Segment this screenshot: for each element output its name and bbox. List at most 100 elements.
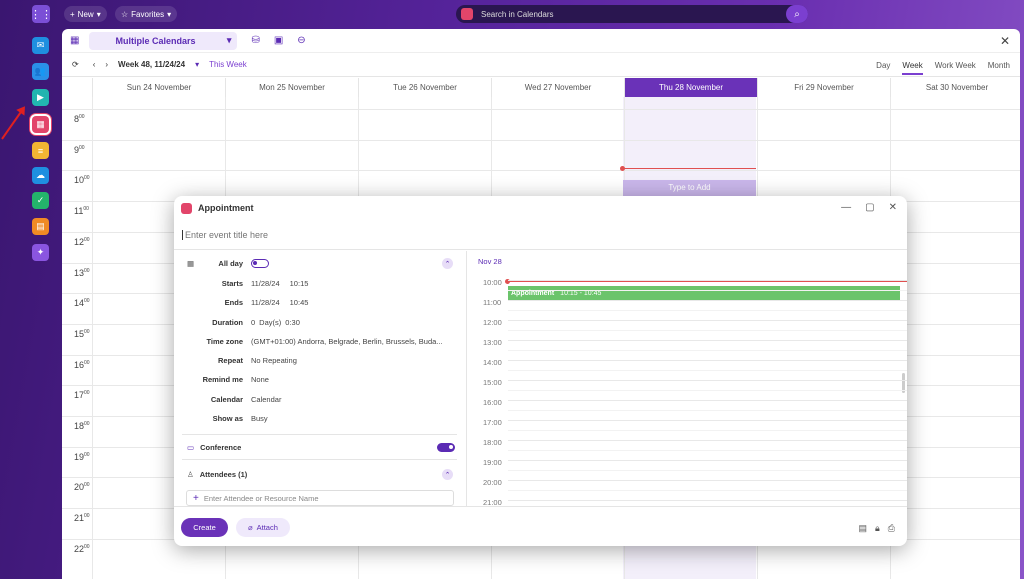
create-button[interactable]: Create [181,518,228,537]
all-day-toggle[interactable] [251,259,269,268]
contacts-app-icon[interactable]: 👥 [32,63,49,80]
schedule-hour-line [508,360,907,361]
plus-icon: + [193,492,199,504]
hour-row[interactable]: 900 [62,139,1020,171]
refresh-icon[interactable]: ⟳ [72,60,79,69]
storage-app-icon[interactable]: ☁ [32,167,49,184]
show-as-select[interactable]: Busy [251,414,268,423]
timezone-row: Time zone (GMT+01:00) Andorra, Belgrade,… [174,332,467,351]
hour-label: 1100 [74,206,89,217]
duration-row: Duration 0 Day(s) 0:30 [174,313,467,332]
schedule-hour-line [508,420,907,421]
chevron-up-icon[interactable]: ⌃ [442,469,453,480]
new-button[interactable]: + New ▾ [64,6,107,22]
lock-icon[interactable]: 🔒︎ [875,523,880,534]
day-header[interactable]: Tue 26 November [358,78,491,97]
hour-row[interactable]: 800 [62,109,1020,140]
timezone-select[interactable]: (GMT+01:00) Andorra, Belgrade, Berlin, B… [251,337,443,346]
timezone-label: Time zone [206,337,243,346]
conference-row: ▭ Conference [174,438,467,457]
favorites-button[interactable]: ☆ Favorites ▾ [115,6,178,22]
current-time-line [508,281,907,282]
reports-app-icon[interactable]: ▤ [32,218,49,235]
start-time-field[interactable]: 10:15 [290,279,309,288]
top-bar: ⋮⋮ + New ▾ ☆ Favorites ▾ Search in Calendars… [0,0,1024,28]
event-title-input[interactable] [182,229,482,240]
calendar-app-icon[interactable]: ▦ [32,116,49,133]
repeat-label: Repeat [217,356,243,365]
day-header[interactable]: Sun 24 November [92,78,225,97]
meetings-app-icon[interactable]: ▶ [32,89,49,106]
search-bar[interactable]: Search in Calendars ⌕ [456,5,808,23]
event-form: ▦ All day ⌃ Starts 11/28/24 10:15 Ends 1… [174,251,467,506]
start-date-field[interactable]: 11/28/24 [251,279,280,288]
schedule-half-line [508,470,907,471]
week-label: Week 48, 11/24/24 [118,60,186,69]
calendars-stack-icon[interactable]: ⛁ [251,35,259,46]
mail-app-icon[interactable]: ✉ [32,37,49,54]
day-header[interactable]: Wed 27 November [491,78,624,97]
calendar-select[interactable]: Calendar [251,395,281,404]
dialog-footer: Create ⌀ Attach ▤ 🔒︎ ⎙ [174,506,907,546]
flow-app-icon[interactable]: ✦ [32,244,49,261]
event-block[interactable]: Appointment 10:15 - 10:45 [508,286,900,301]
schedule-hour-line [508,460,907,461]
search-input[interactable]: Search in Calendars [481,10,553,19]
calendar-header: ▦ Multiple Calendars ▾ ⛁ ▣ ⊖ ✕ [62,29,1020,53]
chevron-up-icon[interactable]: ⌃ [442,258,453,269]
view-work-week[interactable]: Work Week [935,61,976,75]
next-icon[interactable]: › [105,60,108,69]
schedule-date: Nov 28 [478,257,502,266]
end-date-field[interactable]: 11/28/24 [251,298,280,307]
attach-button[interactable]: ⌀ Attach [236,518,290,537]
day-header[interactable]: Thu 28 November [624,78,757,97]
close-icon[interactable]: ✕ [889,202,897,213]
hour-label: 1300 [74,267,90,278]
today-icon[interactable]: ▣ [274,35,283,46]
notes-app-icon[interactable]: ≡ [32,142,49,159]
print-icon[interactable]: ⎙ [888,523,895,534]
app-grid-icon[interactable]: ⋮⋮ [30,5,52,23]
view-day[interactable]: Day [876,61,890,75]
day-header[interactable]: Sat 30 November [890,78,1020,97]
schedule-time-label: 11:00 [483,298,502,307]
dialog-controls: — ▢ ✕ [841,202,897,213]
schedule-time-label: 10:00 [483,278,502,287]
type-to-add-slot[interactable]: Type to Add [623,180,756,196]
search-icon[interactable]: ⌕ [786,5,808,23]
repeat-row: Repeat No Repeating [174,351,467,370]
attendees-label: Attendees (1) [199,470,248,479]
schedule-time-label: 21:00 [483,498,502,506]
tasks-app-icon[interactable]: ✓ [32,192,49,209]
private-icon[interactable]: ▤ [858,523,867,534]
calendar-app-icon [181,202,192,214]
chevron-down-icon[interactable]: ▾ [195,60,199,69]
schedule-time-label: 18:00 [483,438,502,447]
hour-label: 2200 [74,543,90,554]
dialog-title: Appointment [198,203,254,213]
minimize-icon[interactable]: — [841,202,851,213]
day-header[interactable]: Mon 25 November [225,78,358,97]
minus-circle-icon[interactable]: ⊖ [297,35,305,46]
schedule-half-line [508,330,907,331]
attendee-input[interactable]: + Enter Attendee or Resource Name [186,490,454,506]
show-as-row: Show as Busy [174,409,467,428]
schedule-time-label: 13:00 [483,338,502,347]
hour-label: 1400 [74,298,90,309]
remind-select[interactable]: None [251,375,269,384]
dialog-titlebar: Appointment [174,196,907,220]
calendar-selector[interactable]: Multiple Calendars ▾ [89,31,238,50]
view-month[interactable]: Month [988,61,1010,75]
day-header[interactable]: Fri 29 November [757,78,890,97]
end-time-field[interactable]: 10:45 [290,298,309,307]
prev-icon[interactable]: ‹ [93,60,96,69]
schedule-half-line [508,290,907,291]
conference-toggle[interactable] [437,443,455,452]
duration-days-field[interactable]: 0 [251,318,255,327]
view-week[interactable]: Week [902,61,923,75]
close-icon[interactable]: ✕ [1000,34,1010,48]
this-week-link[interactable]: This Week [209,60,247,69]
repeat-select[interactable]: No Repeating [251,356,297,365]
duration-time-field[interactable]: 0:30 [285,318,300,327]
maximize-icon[interactable]: ▢ [865,202,874,213]
